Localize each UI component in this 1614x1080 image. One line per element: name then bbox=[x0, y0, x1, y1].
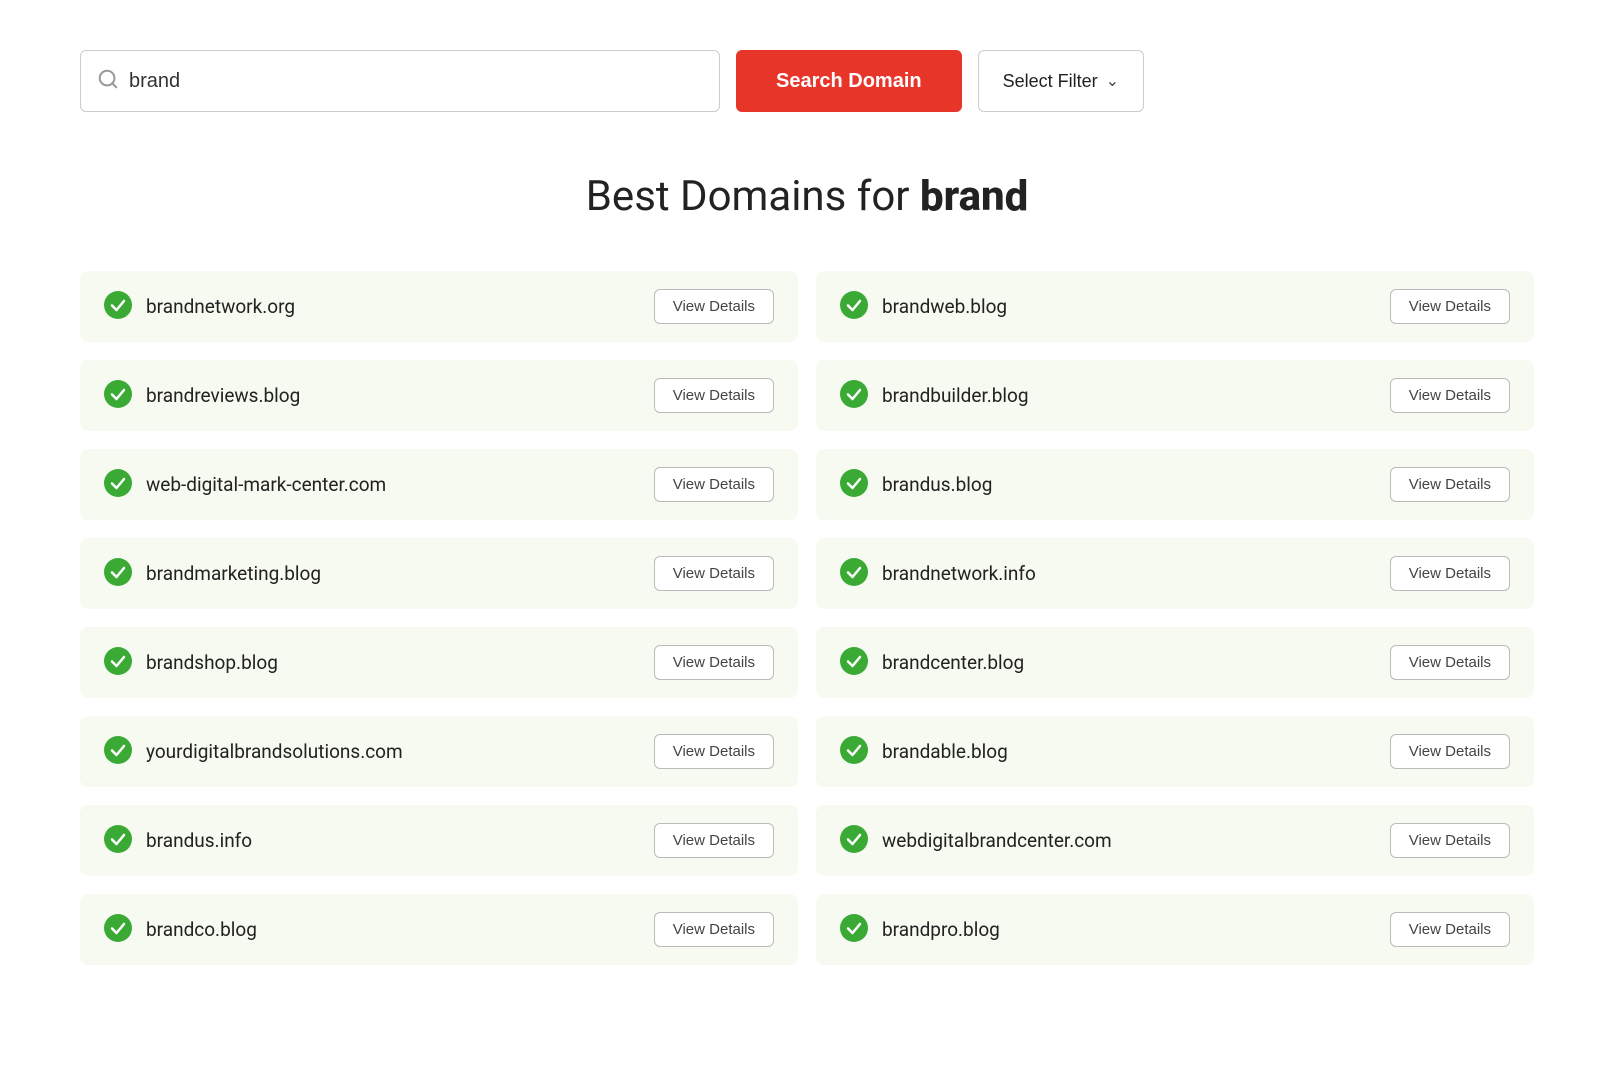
available-check-icon bbox=[840, 380, 868, 412]
domain-left: brandshop.blog bbox=[104, 647, 278, 679]
available-check-icon bbox=[840, 825, 868, 857]
domain-left: brandcenter.blog bbox=[840, 647, 1024, 679]
available-check-icon bbox=[104, 736, 132, 768]
search-domain-button[interactable]: Search Domain bbox=[736, 50, 962, 112]
filter-label: Select Filter bbox=[1003, 71, 1098, 92]
domain-item: brandweb.blog View Details bbox=[816, 271, 1534, 342]
domain-left: brandreviews.blog bbox=[104, 380, 300, 412]
search-bar-row: Search Domain Select Filter ⌄ bbox=[80, 50, 1534, 112]
view-details-button[interactable]: View Details bbox=[654, 289, 774, 324]
view-details-button[interactable]: View Details bbox=[654, 556, 774, 591]
heading-keyword: brand bbox=[920, 172, 1028, 221]
domain-left: brandmarketing.blog bbox=[104, 558, 321, 590]
domain-item: brandco.blog View Details bbox=[80, 894, 798, 965]
available-check-icon bbox=[840, 736, 868, 768]
domain-item: webdigitalbrandcenter.com View Details bbox=[816, 805, 1534, 876]
domain-left: brandable.blog bbox=[840, 736, 1008, 768]
available-check-icon bbox=[104, 825, 132, 857]
heading-prefix: Best Domains for bbox=[586, 172, 920, 221]
domain-item: brandpro.blog View Details bbox=[816, 894, 1534, 965]
domain-item: yourdigitalbrandsolutions.com View Detai… bbox=[80, 716, 798, 787]
view-details-button[interactable]: View Details bbox=[654, 645, 774, 680]
search-icon bbox=[97, 68, 129, 94]
available-check-icon bbox=[840, 558, 868, 590]
available-check-icon bbox=[840, 914, 868, 946]
domain-name: brandable.blog bbox=[882, 740, 1008, 763]
view-details-button[interactable]: View Details bbox=[654, 912, 774, 947]
domain-name: webdigitalbrandcenter.com bbox=[882, 829, 1112, 852]
domain-name: brandreviews.blog bbox=[146, 384, 300, 407]
domain-name: brandnetwork.info bbox=[882, 562, 1036, 585]
domain-name: brandus.blog bbox=[882, 473, 992, 496]
view-details-button[interactable]: View Details bbox=[1390, 467, 1510, 502]
domain-item: brandnetwork.org View Details bbox=[80, 271, 798, 342]
view-details-button[interactable]: View Details bbox=[654, 734, 774, 769]
domain-item: brandable.blog View Details bbox=[816, 716, 1534, 787]
domain-item: web-digital-mark-center.com View Details bbox=[80, 449, 798, 520]
available-check-icon bbox=[840, 647, 868, 679]
view-details-button[interactable]: View Details bbox=[1390, 734, 1510, 769]
domain-left: brandpro.blog bbox=[840, 914, 1000, 946]
view-details-button[interactable]: View Details bbox=[1390, 378, 1510, 413]
view-details-button[interactable]: View Details bbox=[654, 823, 774, 858]
domain-name: brandus.info bbox=[146, 829, 252, 852]
domain-item: brandus.blog View Details bbox=[816, 449, 1534, 520]
domain-item: brandbuilder.blog View Details bbox=[816, 360, 1534, 431]
domain-item: brandnetwork.info View Details bbox=[816, 538, 1534, 609]
domain-left: brandus.blog bbox=[840, 469, 992, 501]
domain-item: brandus.info View Details bbox=[80, 805, 798, 876]
available-check-icon bbox=[840, 291, 868, 323]
domain-name: brandmarketing.blog bbox=[146, 562, 321, 585]
domain-name: brandweb.blog bbox=[882, 295, 1007, 318]
view-details-button[interactable]: View Details bbox=[1390, 823, 1510, 858]
domain-left: brandus.info bbox=[104, 825, 252, 857]
domain-item: brandreviews.blog View Details bbox=[80, 360, 798, 431]
domain-left: brandnetwork.org bbox=[104, 291, 295, 323]
domains-grid: brandnetwork.org View Details brandweb.b… bbox=[80, 271, 1534, 965]
domain-left: web-digital-mark-center.com bbox=[104, 469, 386, 501]
domain-left: webdigitalbrandcenter.com bbox=[840, 825, 1112, 857]
domain-item: brandcenter.blog View Details bbox=[816, 627, 1534, 698]
available-check-icon bbox=[840, 469, 868, 501]
domain-name: brandshop.blog bbox=[146, 651, 278, 674]
view-details-button[interactable]: View Details bbox=[654, 378, 774, 413]
domain-name: brandco.blog bbox=[146, 918, 257, 941]
view-details-button[interactable]: View Details bbox=[1390, 912, 1510, 947]
available-check-icon bbox=[104, 647, 132, 679]
domain-name: yourdigitalbrandsolutions.com bbox=[146, 740, 403, 763]
domain-name: brandnetwork.org bbox=[146, 295, 295, 318]
page-wrapper: Search Domain Select Filter ⌄ Best Domai… bbox=[0, 0, 1614, 1015]
available-check-icon bbox=[104, 914, 132, 946]
domain-left: brandnetwork.info bbox=[840, 558, 1036, 590]
domain-name: brandbuilder.blog bbox=[882, 384, 1029, 407]
view-details-button[interactable]: View Details bbox=[1390, 289, 1510, 324]
domain-name: web-digital-mark-center.com bbox=[146, 473, 386, 496]
domain-name: brandpro.blog bbox=[882, 918, 1000, 941]
view-details-button[interactable]: View Details bbox=[654, 467, 774, 502]
domain-item: brandmarketing.blog View Details bbox=[80, 538, 798, 609]
page-heading: Best Domains for brand bbox=[80, 172, 1534, 221]
domain-left: brandco.blog bbox=[104, 914, 257, 946]
chevron-down-icon: ⌄ bbox=[1106, 71, 1119, 91]
view-details-button[interactable]: View Details bbox=[1390, 556, 1510, 591]
domain-left: brandweb.blog bbox=[840, 291, 1007, 323]
filter-button[interactable]: Select Filter ⌄ bbox=[978, 50, 1144, 112]
view-details-button[interactable]: View Details bbox=[1390, 645, 1510, 680]
available-check-icon bbox=[104, 380, 132, 412]
domain-left: brandbuilder.blog bbox=[840, 380, 1029, 412]
domain-item: brandshop.blog View Details bbox=[80, 627, 798, 698]
available-check-icon bbox=[104, 469, 132, 501]
available-check-icon bbox=[104, 558, 132, 590]
domain-left: yourdigitalbrandsolutions.com bbox=[104, 736, 403, 768]
domain-name: brandcenter.blog bbox=[882, 651, 1024, 674]
search-input-wrapper bbox=[80, 50, 720, 112]
available-check-icon bbox=[104, 291, 132, 323]
search-input[interactable] bbox=[129, 70, 703, 93]
